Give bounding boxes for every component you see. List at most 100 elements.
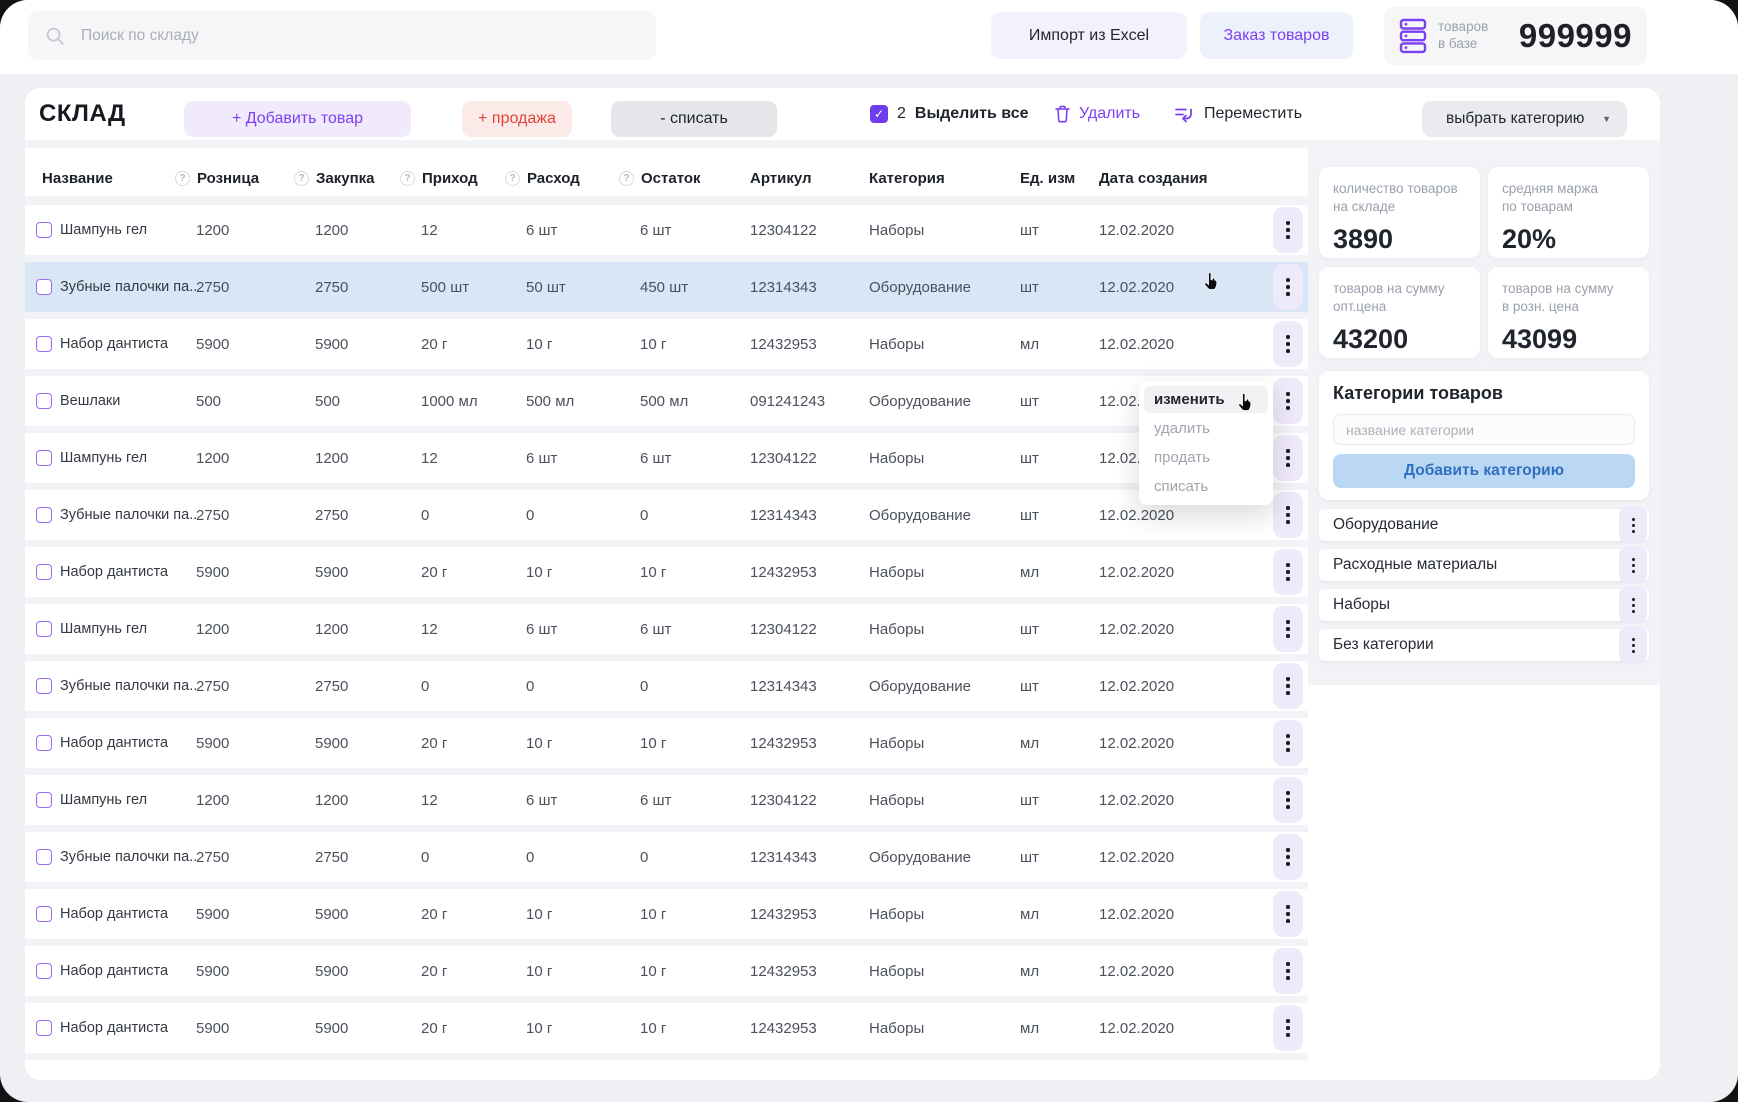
cell-unit: шт xyxy=(1020,792,1099,809)
row-menu-button[interactable] xyxy=(1273,264,1303,310)
table-row[interactable]: Набор дантиста5900590020 г10 г10 г124329… xyxy=(25,1003,1308,1060)
context-menu-item[interactable]: продать xyxy=(1144,444,1268,471)
row-menu-button[interactable] xyxy=(1273,549,1303,595)
category-menu-button[interactable] xyxy=(1619,586,1647,624)
table-row[interactable]: Зубные палочки па..2750275000012314343Об… xyxy=(25,661,1308,718)
select-all-checkbox[interactable]: ✓ xyxy=(870,105,888,123)
column-label: Дата создания xyxy=(1099,170,1208,187)
move-selected-button[interactable]: Переместить xyxy=(1174,88,1302,140)
row-checkbox[interactable] xyxy=(36,1020,52,1036)
category-menu-button[interactable] xyxy=(1619,546,1647,584)
table-row[interactable]: Набор дантиста5900590020 г10 г10 г124329… xyxy=(25,946,1308,1003)
row-menu-button[interactable] xyxy=(1273,378,1303,424)
cell-purchase: 5900 xyxy=(294,906,400,923)
cell-purchase: 2750 xyxy=(294,507,400,524)
row-checkbox[interactable] xyxy=(36,678,52,694)
table-row[interactable]: Зубные палочки па..27502750500 шт50 шт45… xyxy=(25,262,1308,319)
category-menu-button[interactable] xyxy=(1619,506,1647,544)
table-row[interactable]: Зубные палочки па..2750275000012314343Об… xyxy=(25,490,1308,547)
import-excel-button[interactable]: Импорт из Excel xyxy=(991,12,1187,59)
row-checkbox[interactable] xyxy=(36,906,52,922)
row-menu-button[interactable] xyxy=(1273,663,1303,709)
category-item[interactable]: Оборудование xyxy=(1319,509,1649,541)
row-checkbox[interactable] xyxy=(36,222,52,238)
column-label: Расход xyxy=(527,170,580,187)
category-item[interactable]: Без категории xyxy=(1319,629,1649,661)
table-row[interactable]: Шампунь гел12001200126 шт6 шт12304122Наб… xyxy=(25,775,1308,832)
stat-label: товаров на сумму в розн. цена xyxy=(1502,280,1635,315)
context-menu-item[interactable]: удалить xyxy=(1144,415,1268,442)
category-menu-button[interactable] xyxy=(1619,626,1647,664)
writeoff-button[interactable]: - списать xyxy=(611,101,777,137)
stat-value: 43099 xyxy=(1502,324,1635,355)
row-checkbox[interactable] xyxy=(36,393,52,409)
cell-actions xyxy=(1265,663,1308,709)
row-menu-button[interactable] xyxy=(1273,606,1303,652)
cell-income: 20 г xyxy=(400,906,505,923)
category-item[interactable]: Расходные материалы xyxy=(1319,549,1649,581)
column-header-expense[interactable]: ?Расход xyxy=(505,170,619,187)
column-header-income[interactable]: ?Приход xyxy=(400,170,505,187)
row-checkbox[interactable] xyxy=(36,450,52,466)
column-header-name[interactable]: Название xyxy=(25,170,175,187)
row-checkbox[interactable] xyxy=(36,564,52,580)
row-menu-button[interactable] xyxy=(1273,435,1303,481)
add-product-button[interactable]: + Добавить товар xyxy=(184,101,411,137)
table-row[interactable]: Зубные палочки па..2750275000012314343Об… xyxy=(25,832,1308,889)
row-checkbox[interactable] xyxy=(36,279,52,295)
cell-sku: 12304122 xyxy=(750,792,869,809)
column-header-category[interactable]: Категория xyxy=(869,170,1020,187)
row-name: Шампунь гел xyxy=(60,621,147,637)
table-row[interactable]: Набор дантиста5900590020 г10 г10 г124329… xyxy=(25,547,1308,604)
table-row[interactable]: Набор дантиста5900590020 г10 г10 г124329… xyxy=(25,718,1308,775)
search-bar[interactable] xyxy=(28,11,656,60)
cell-name: Шампунь гел xyxy=(25,450,175,466)
row-menu-button[interactable] xyxy=(1273,948,1303,994)
add-category-button[interactable]: Добавить категорию xyxy=(1333,454,1635,488)
column-header-retail[interactable]: ?Розница xyxy=(175,170,294,187)
row-menu-button[interactable] xyxy=(1273,1005,1303,1051)
cell-retail: 2750 xyxy=(175,678,294,695)
column-header-unit[interactable]: Ед. изм xyxy=(1020,170,1099,187)
row-menu-button[interactable] xyxy=(1273,891,1303,937)
category-item[interactable]: Наборы xyxy=(1319,589,1649,621)
table-row[interactable]: Шампунь гел12001200126 шт6 шт12304122Наб… xyxy=(25,433,1308,490)
table-row[interactable]: Шампунь гел12001200126 шт6 шт12304122Наб… xyxy=(25,604,1308,661)
row-menu-button[interactable] xyxy=(1273,777,1303,823)
table-row[interactable]: Набор дантиста5900590020 г10 г10 г124329… xyxy=(25,319,1308,376)
select-all-label[interactable]: Выделить все xyxy=(915,105,1029,123)
table-row[interactable]: Шампунь гел12001200126 шт6 шт12304122Наб… xyxy=(25,205,1308,262)
row-checkbox[interactable] xyxy=(36,507,52,523)
column-header-sku[interactable]: Артикул xyxy=(750,170,869,187)
context-menu-item[interactable]: изменить xyxy=(1144,386,1268,413)
row-menu-button[interactable] xyxy=(1273,321,1303,367)
column-header-stock[interactable]: ?Остаток xyxy=(619,170,750,187)
category-filter-dropdown[interactable]: выбрать категорию ▼ xyxy=(1422,101,1627,137)
cell-sku: 12432953 xyxy=(750,735,869,752)
row-checkbox[interactable] xyxy=(36,621,52,637)
table-row[interactable]: Вешлаки5005001000 мл500 мл500 мл09124124… xyxy=(25,376,1308,433)
row-checkbox[interactable] xyxy=(36,849,52,865)
order-goods-button[interactable]: Заказ товаров xyxy=(1200,12,1353,59)
column-label: Название xyxy=(42,170,113,187)
row-menu-button[interactable] xyxy=(1273,834,1303,880)
table-row[interactable]: Набор дантиста5900590020 г10 г10 г124329… xyxy=(25,889,1308,946)
column-header-purchase[interactable]: ?Закупка xyxy=(294,170,400,187)
cell-category: Наборы xyxy=(869,450,1020,467)
cell-unit: шт xyxy=(1020,621,1099,638)
cell-expense: 50 шт xyxy=(505,279,619,296)
category-name-input[interactable] xyxy=(1333,414,1635,445)
row-checkbox[interactable] xyxy=(36,963,52,979)
row-menu-button[interactable] xyxy=(1273,207,1303,253)
row-checkbox[interactable] xyxy=(36,336,52,352)
row-menu-button[interactable] xyxy=(1273,492,1303,538)
sale-button[interactable]: + продажа xyxy=(462,101,572,137)
row-checkbox[interactable] xyxy=(36,792,52,808)
context-menu-item[interactable]: списать xyxy=(1144,473,1268,500)
row-menu-button[interactable] xyxy=(1273,720,1303,766)
search-input[interactable] xyxy=(79,26,640,46)
delete-selected-button[interactable]: Удалить xyxy=(1055,88,1140,140)
cell-sku: 12432953 xyxy=(750,336,869,353)
column-header-date[interactable]: Дата создания xyxy=(1099,170,1265,187)
row-checkbox[interactable] xyxy=(36,735,52,751)
